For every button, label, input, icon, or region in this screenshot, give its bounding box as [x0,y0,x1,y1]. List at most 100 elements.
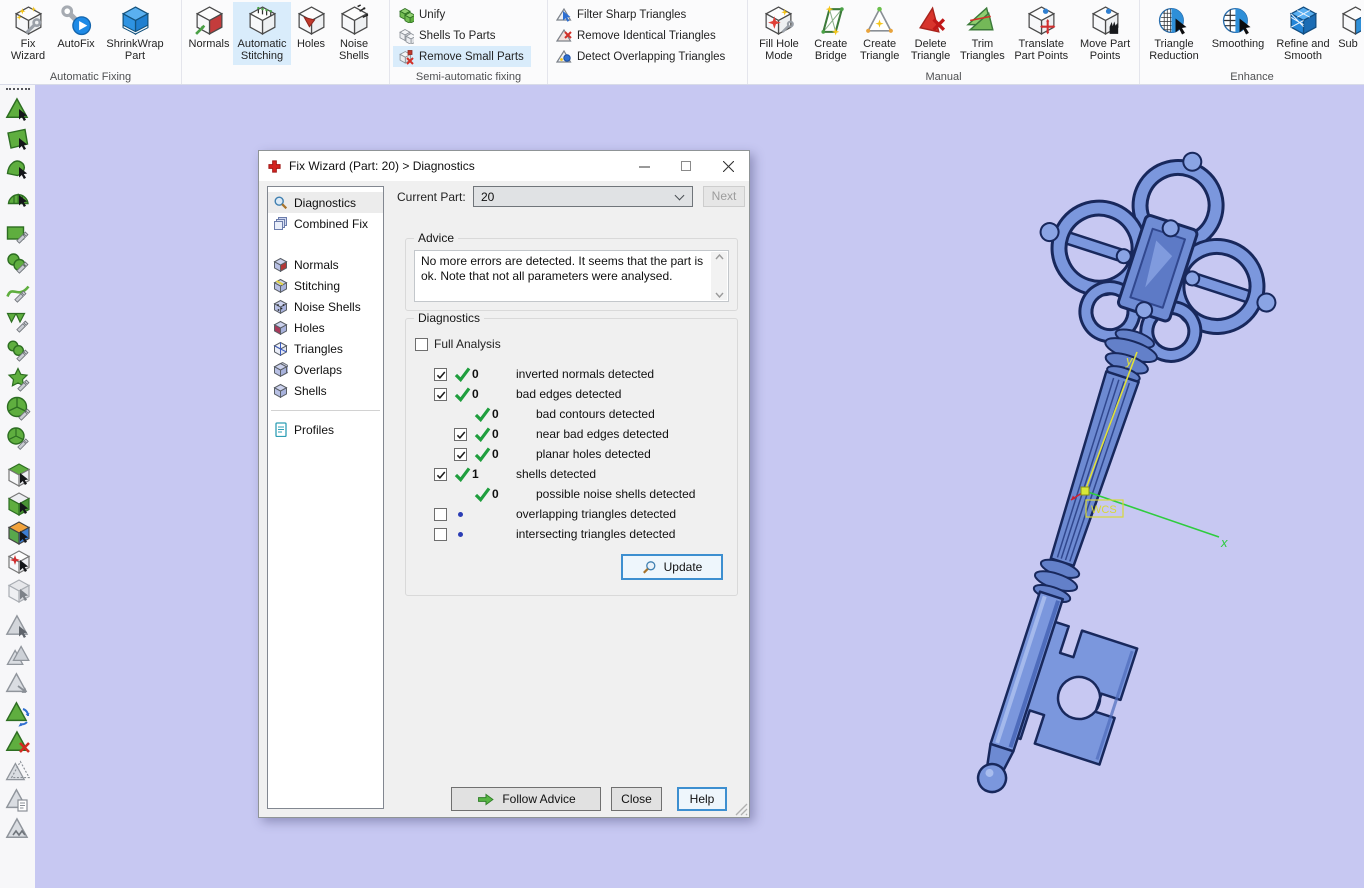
fill-hole-mode-button[interactable]: Fill Hole Mode [751,2,807,65]
nav-item-shells[interactable]: Shells [268,380,383,401]
count: 0 [492,487,536,501]
create-bridge-button[interactable]: Create Bridge [807,2,855,65]
noise-shells-button[interactable]: Noise Shells [331,2,377,65]
ribbon-group-semi-automatic: Unify Shells To Parts Remove Small Parts… [390,0,548,84]
close-button[interactable] [707,152,749,181]
remove-identical-triangles-button[interactable]: Remove Identical Triangles [551,25,732,46]
triangle-reduction-button[interactable]: Triangle Reduction [1143,2,1205,65]
status-check-icon [454,367,472,382]
label: intersecting triangles detected [516,527,675,541]
ribbon-group-triangle-tools: Filter Sharp Triangles Remove Identical … [548,0,748,84]
advice-scrollbar[interactable] [711,252,727,300]
nav-item-diagnostics[interactable]: Diagnostics [268,192,383,213]
automatic-stitching-button[interactable]: Automatic Stitching [233,2,291,65]
ribbon-group-fix-tools: Normals Automatic Stitching Holes Noise … [182,0,390,84]
shrinkwrap-part-icon [119,4,152,37]
app-icon [267,159,282,174]
row-checkbox[interactable] [434,368,447,381]
fix-wizard-button[interactable]: Fix Wizard [3,2,53,65]
full-analysis-row: Full Analysis [415,337,501,351]
help-button[interactable]: Help [677,787,727,811]
delete-triangle-button[interactable]: Delete Triangle [905,2,957,65]
filter-sharp-triangles-icon [556,7,572,23]
detect-overlapping-triangles-icon [556,49,572,65]
current-part-combo[interactable]: 20 [473,186,693,207]
row-checkbox[interactable] [434,508,447,521]
advice-groupbox: Advice No more errors are detected. It s… [405,238,738,311]
status-check-icon [474,427,492,442]
refine-and-smooth-button[interactable]: Refine and Smooth [1271,2,1335,65]
delete-triangle-icon [914,4,947,37]
holes-cube-icon [273,320,288,335]
nav-item-profiles[interactable]: Profiles [268,419,383,440]
full-analysis-checkbox[interactable] [415,338,428,351]
row-checkbox[interactable] [434,528,447,541]
update-button[interactable]: Update [621,554,723,580]
shrinkwrap-part-button[interactable]: ShrinkWrap Part [99,2,171,65]
row-checkbox[interactable] [434,388,447,401]
nav-item-noise-shells[interactable]: Noise Shells [268,296,383,317]
label: shells detected [516,467,596,481]
translate-part-points-button[interactable]: Translate Part Points [1008,2,1074,65]
resize-grip[interactable] [735,803,748,816]
label: overlapping triangles detected [516,507,676,521]
automatic-stitching-icon [246,4,279,37]
nav-item-combined-fix[interactable]: Combined Fix [268,213,383,234]
create-triangle-button[interactable]: Create Triangle [855,2,905,65]
layers-icon [273,216,288,231]
translate-part-points-icon [1025,4,1058,37]
nav-item-stitching[interactable]: Stitching [268,275,383,296]
dialog-titlebar[interactable]: Fix Wizard (Part: 20) > Diagnostics [259,151,749,181]
ribbon: Fix Wizard AutoFix ShrinkWrap Part Autom… [0,0,1364,85]
nav-item-triangles[interactable]: Triangles [268,338,383,359]
filter-sharp-triangles-button[interactable]: Filter Sharp Triangles [551,4,732,25]
green-arrow-icon [476,793,495,806]
status-dot-icon [454,532,472,537]
remove-small-parts-button[interactable]: Remove Small Parts [393,46,531,67]
stitching-cube-icon [273,278,288,293]
axis-x-label: x [1220,535,1228,550]
status-dot-icon [454,512,472,517]
close-dialog-button[interactable]: Close [611,787,662,811]
group-label: Semi-automatic fixing [390,71,547,83]
normals-button[interactable]: Normals [185,2,233,52]
fix-wizard-dialog: Fix Wizard (Part: 20) > Diagnostics Diag… [258,150,750,818]
label: planar holes detected [536,447,651,461]
move-part-points-button[interactable]: Move Part Points [1074,2,1136,65]
update-magnifier-icon [642,560,657,575]
row-checkbox[interactable] [454,448,467,461]
scroll-up-icon[interactable] [715,254,724,260]
smoothing-button[interactable]: Smoothing [1205,2,1271,52]
nav-item-overlaps[interactable]: Overlaps [268,359,383,380]
scroll-down-icon[interactable] [715,292,724,298]
minimize-button[interactable] [623,152,665,181]
profiles-doc-icon [273,422,288,437]
fill-hole-mode-icon [762,4,795,37]
detect-overlapping-triangles-button[interactable]: Detect Overlapping Triangles [551,46,732,67]
triangles-cube-icon [273,341,288,356]
autofix-button[interactable]: AutoFix [53,2,99,52]
row-checkbox[interactable] [454,428,467,441]
follow-advice-button[interactable]: Follow Advice [451,787,601,811]
holes-button[interactable]: Holes [291,2,331,52]
nav-item-normals[interactable]: Normals [268,254,383,275]
create-bridge-icon [814,4,847,37]
group-label: Enhance [1140,71,1364,83]
status-check-icon [474,407,492,422]
shells-to-parts-button[interactable]: Shells To Parts [393,25,531,46]
trim-triangles-button[interactable]: Trim Triangles [956,2,1008,65]
next-button[interactable]: Next [703,186,745,207]
diagnostic-row: 0 near bad edges detected [454,425,669,443]
remove-small-parts-icon [398,49,414,65]
subdivide-button[interactable]: Sub [1335,2,1361,52]
subdivide-icon [1339,4,1362,37]
nav-item-holes[interactable]: Holes [268,317,383,338]
unify-button[interactable]: Unify [393,4,531,25]
group-label: Manual [748,71,1139,83]
move-part-points-icon [1089,4,1122,37]
remove-identical-triangles-icon [556,28,572,44]
maximize-button[interactable] [665,152,707,181]
row-checkbox[interactable] [434,468,447,481]
noise-shells-cube-icon [273,299,288,314]
current-part-label: Current Part: [397,190,466,204]
